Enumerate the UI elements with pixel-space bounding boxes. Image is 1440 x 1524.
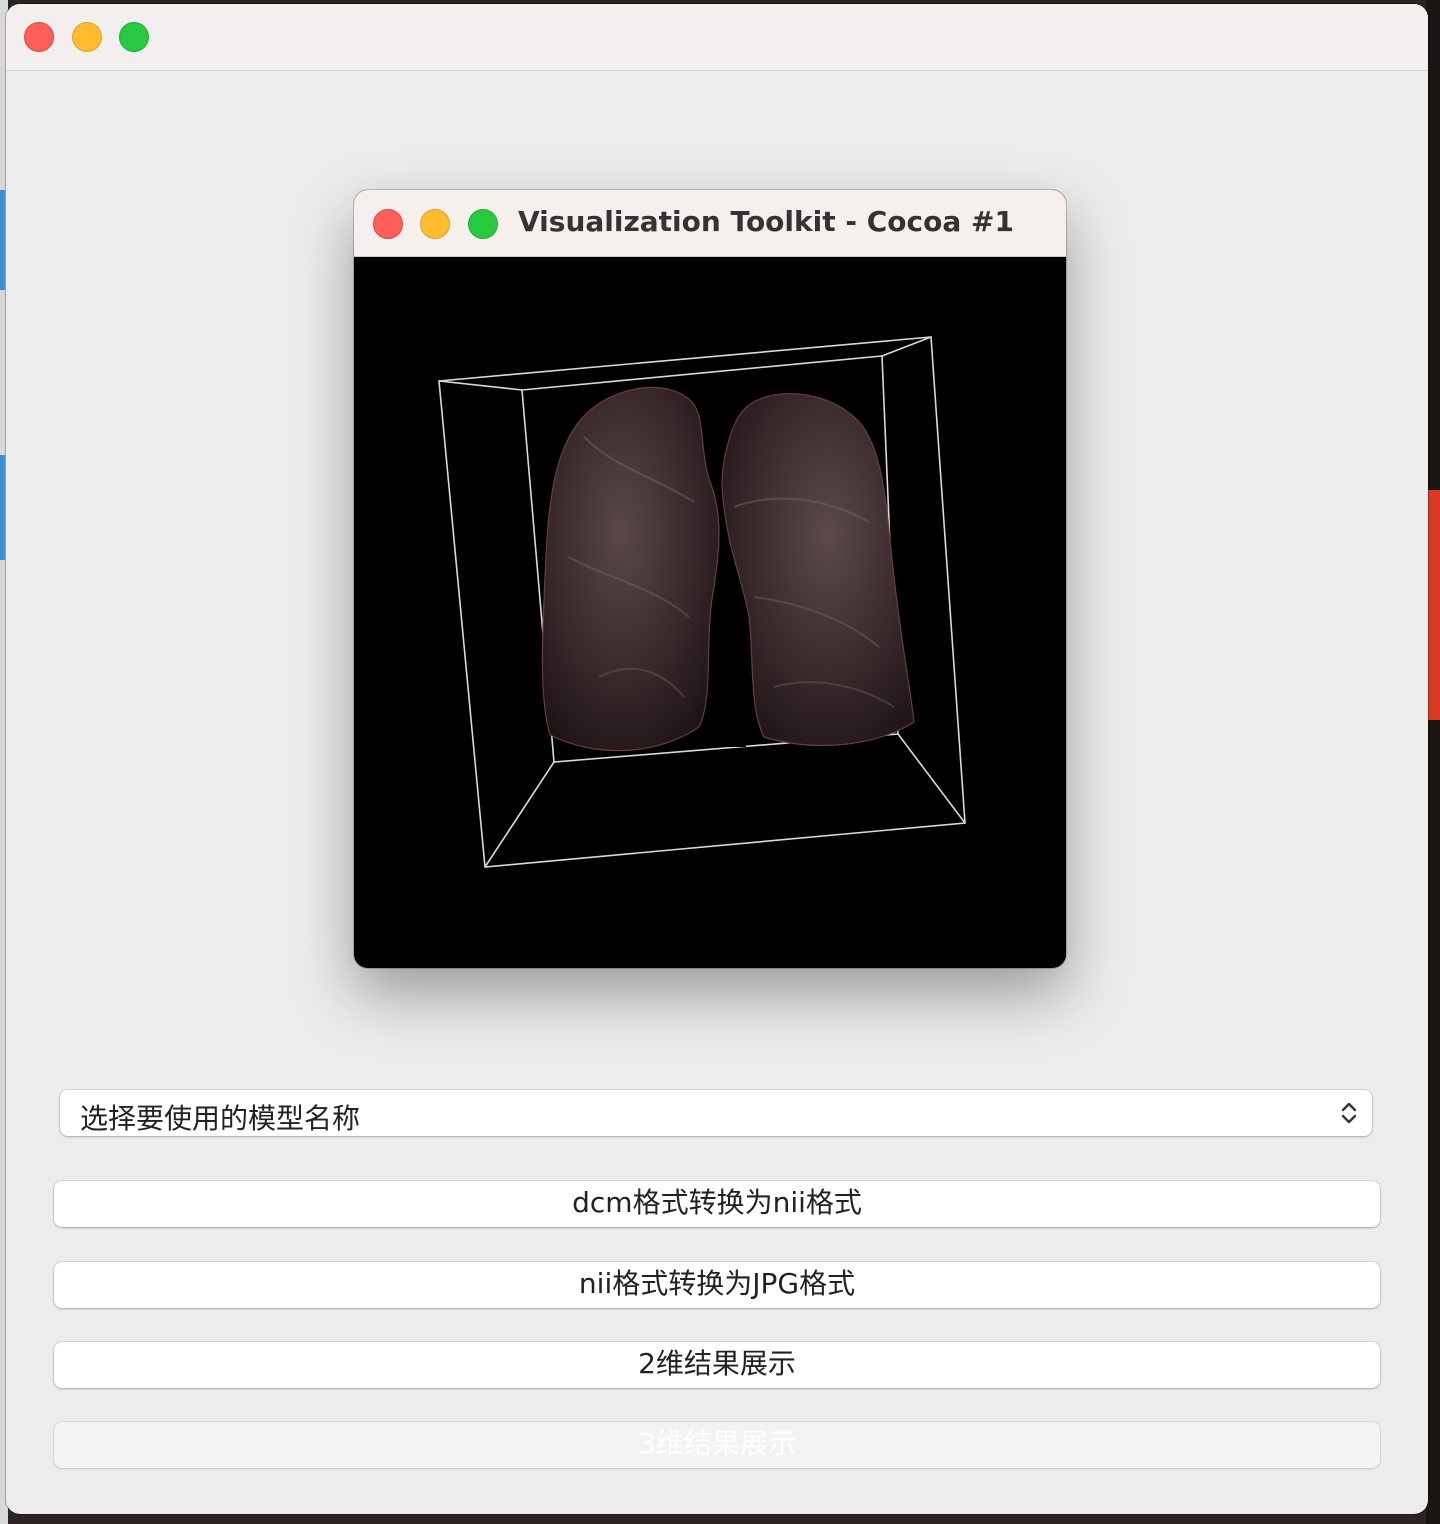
vtk-close-button[interactable] bbox=[373, 209, 403, 239]
model-select-dropdown[interactable]: 选择要使用的模型名称 bbox=[60, 1090, 1372, 1136]
vtk-render-view[interactable] bbox=[354, 257, 1066, 968]
show-3d-result-button[interactable]: 3维结果展示 bbox=[54, 1422, 1380, 1468]
up-down-chevron-icon bbox=[1341, 1102, 1357, 1124]
background-window-right-edge bbox=[1426, 0, 1440, 1524]
minimize-button[interactable] bbox=[72, 22, 102, 52]
show-2d-result-button[interactable]: 2维结果展示 bbox=[54, 1342, 1380, 1388]
vtk-titlebar: Visualization Toolkit - Cocoa #1 bbox=[354, 190, 1066, 257]
background-accent bbox=[0, 455, 5, 560]
background-accent bbox=[1428, 490, 1440, 720]
dcm-to-nii-button[interactable]: dcm格式转换为nii格式 bbox=[54, 1181, 1380, 1227]
maximize-button[interactable] bbox=[119, 22, 149, 52]
background-accent bbox=[0, 190, 5, 290]
vtk-render-window: Visualization Toolkit - Cocoa #1 bbox=[354, 190, 1066, 968]
vtk-window-title: Visualization Toolkit - Cocoa #1 bbox=[518, 205, 1014, 238]
nii-to-jpg-button[interactable]: nii格式转换为JPG格式 bbox=[54, 1262, 1380, 1308]
close-button[interactable] bbox=[24, 22, 54, 52]
model-select-value: 选择要使用的模型名称 bbox=[80, 1102, 361, 1135]
vtk-minimize-button[interactable] bbox=[420, 209, 450, 239]
main-window: Visualization Toolkit - Cocoa #1 选择要使用的模… bbox=[6, 4, 1428, 1514]
mediastinum-gap bbox=[714, 597, 746, 747]
lung-left-lobe bbox=[541, 386, 720, 752]
lung-3d-render bbox=[438, 336, 966, 868]
vtk-maximize-button[interactable] bbox=[468, 209, 498, 239]
main-titlebar bbox=[6, 4, 1428, 71]
